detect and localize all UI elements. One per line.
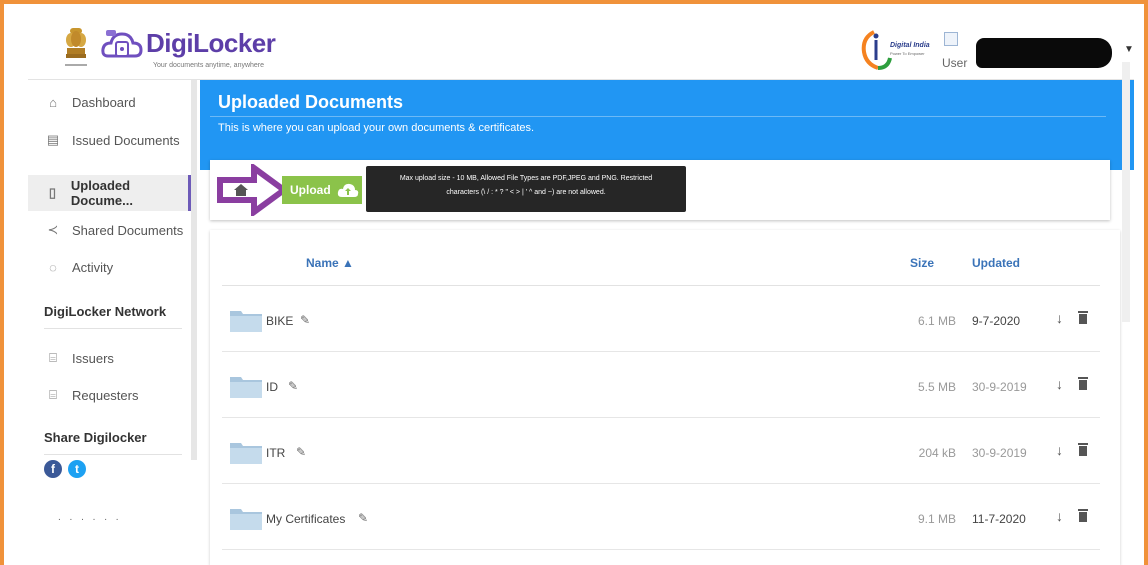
sidebar: ⌂ Dashboard ▤ Issued Documents ▯ Uploade… — [28, 80, 198, 565]
trash-icon[interactable] — [1078, 508, 1088, 522]
upload-button[interactable]: Upload — [282, 176, 362, 204]
edit-pencil-icon[interactable]: ✎ — [300, 313, 310, 327]
sidebar-item-issuers[interactable]: ⌸ Issuers — [28, 340, 191, 376]
file-updated: 30-9-2019 — [972, 446, 1027, 460]
sidebar-scrollbar[interactable] — [191, 80, 197, 460]
trash-icon[interactable] — [1078, 442, 1088, 456]
activity-icon: ◌ — [49, 259, 57, 275]
edit-pencil-icon[interactable]: ✎ — [288, 379, 298, 393]
sidebar-item-label: Shared Documents — [72, 222, 184, 238]
page-banner: Uploaded Documents This is where you can… — [200, 80, 1134, 170]
file-size: 6.1 MB — [917, 314, 956, 328]
sidebar-item-issued-documents[interactable]: ▤ Issued Documents — [28, 122, 191, 158]
cloud-upload-icon — [337, 183, 358, 197]
edit-pencil-icon[interactable]: ✎ — [296, 445, 306, 459]
upload-doc-icon: ▯ — [48, 185, 57, 200]
user-avatar-icon[interactable] — [944, 32, 958, 46]
certificate-icon: ▤ — [46, 132, 60, 147]
download-icon[interactable]: ↓ — [1056, 310, 1063, 326]
sidebar-item-activity[interactable]: ◌ Activity — [28, 249, 191, 285]
sidebar-item-dashboard[interactable]: ⌂ Dashboard — [28, 84, 191, 120]
chevron-down-icon[interactable]: ▼ — [1124, 44, 1134, 55]
user-name-redacted[interactable] — [976, 38, 1112, 68]
building-people-icon: ⌸ — [49, 387, 57, 402]
digilocker-page: DigiLocker Your documents anytime, anywh… — [28, 18, 1134, 565]
file-size: 204 kB — [918, 446, 956, 460]
tooltip-line: characters (\ / : * ? " < > | ' ^ and ~)… — [446, 189, 606, 196]
sidebar-item-requesters[interactable]: ⌸ Requesters — [28, 377, 191, 413]
sidebar-item-shared-documents[interactable]: ≺ Shared Documents — [28, 212, 191, 248]
file-name[interactable]: BIKE — [266, 314, 293, 328]
sidebar-item-label: Uploaded Docume... — [70, 178, 133, 208]
sidebar-item-label: Activity — [72, 259, 114, 275]
folder-icon — [230, 377, 262, 398]
tooltip-line: Max upload size - 10 MB, Allowed File Ty… — [399, 175, 653, 182]
file-size: 9.1 MB — [917, 512, 956, 526]
digital-india-text: Digital India — [890, 42, 930, 49]
column-header-name[interactable]: Name ▲ — [306, 256, 354, 270]
file-name[interactable]: My Certificates — [266, 512, 345, 526]
digilocker-logo-icon[interactable] — [100, 26, 144, 66]
column-header-updated[interactable]: Updated — [972, 256, 1020, 270]
brand-name[interactable]: DigiLocker — [146, 28, 276, 59]
table-row[interactable]: My Certificates ✎ 9.1 MB 11-7-2020 ↓ — [222, 484, 1100, 550]
share-icon: ≺ — [47, 222, 59, 237]
facebook-icon[interactable]: f — [44, 460, 62, 478]
network-heading: DigiLocker Network — [44, 304, 167, 319]
brand-tagline: Your documents anytime, anywhere — [153, 62, 265, 69]
social-links: f t — [44, 460, 86, 478]
home-outline-icon: ⌂ — [49, 94, 57, 110]
banner-divider — [210, 116, 1106, 117]
folder-icon — [230, 509, 262, 530]
file-updated: 30-9-2019 — [972, 380, 1027, 394]
trash-icon[interactable] — [1078, 310, 1088, 324]
file-updated: 11-7-2020 — [972, 512, 1026, 526]
sidebar-item-label: Issuers — [72, 350, 114, 366]
file-size: 5.5 MB — [917, 380, 956, 394]
divider — [44, 454, 182, 455]
download-icon[interactable]: ↓ — [1056, 376, 1063, 392]
column-header-size[interactable]: Size — [910, 256, 934, 270]
documents-table: Name ▲ Size Updated BIKE ✎ 6.1 MB 9-7-20… — [210, 230, 1120, 565]
digital-india-subtext: Power To Empower — [890, 51, 925, 56]
user-label[interactable]: User — [942, 56, 967, 70]
table-row[interactable]: BIKE ✎ 6.1 MB 9-7-2020 ↓ — [222, 286, 1100, 352]
annotation-arrow-icon — [217, 164, 288, 216]
top-header: DigiLocker Your documents anytime, anywh… — [28, 18, 1134, 80]
page-title: Uploaded Documents — [218, 92, 404, 112]
download-icon[interactable]: ↓ — [1056, 508, 1063, 524]
folder-icon — [230, 443, 262, 464]
table-row[interactable]: ITR ✎ 204 kB 30-9-2019 ↓ — [222, 418, 1100, 484]
twitter-icon[interactable]: t — [68, 460, 86, 478]
folder-icon — [230, 311, 262, 332]
upload-button-label: Upload — [290, 183, 331, 197]
edit-pencil-icon[interactable]: ✎ — [358, 511, 368, 525]
trash-icon[interactable] — [1078, 376, 1088, 390]
table-row[interactable]: ID ✎ 5.5 MB 30-9-2019 ↓ — [222, 352, 1100, 418]
file-name[interactable]: ID — [266, 380, 278, 394]
sidebar-item-label: Dashboard — [72, 94, 136, 110]
sidebar-item-label: Issued Documents — [72, 132, 180, 148]
download-icon[interactable]: ↓ — [1056, 442, 1063, 458]
building-icon: ⌸ — [49, 350, 57, 365]
divider — [44, 328, 182, 329]
sidebar-item-uploaded-documents[interactable]: ▯ Uploaded Docume... — [28, 175, 191, 211]
sidebar-faded-text: . . . . . . — [58, 512, 122, 523]
upload-info-tooltip: Max upload size - 10 MB, Allowed File Ty… — [366, 166, 686, 212]
file-name[interactable]: ITR — [266, 446, 285, 460]
digital-india-logo-icon — [861, 30, 892, 70]
sidebar-item-label: Requesters — [72, 387, 139, 403]
page-subtitle: This is where you can upload your own do… — [218, 122, 535, 134]
page-scrollbar[interactable] — [1122, 62, 1130, 322]
national-emblem-icon — [65, 28, 87, 66]
file-updated: 9-7-2020 — [972, 314, 1021, 328]
share-heading: Share Digilocker — [44, 430, 147, 445]
